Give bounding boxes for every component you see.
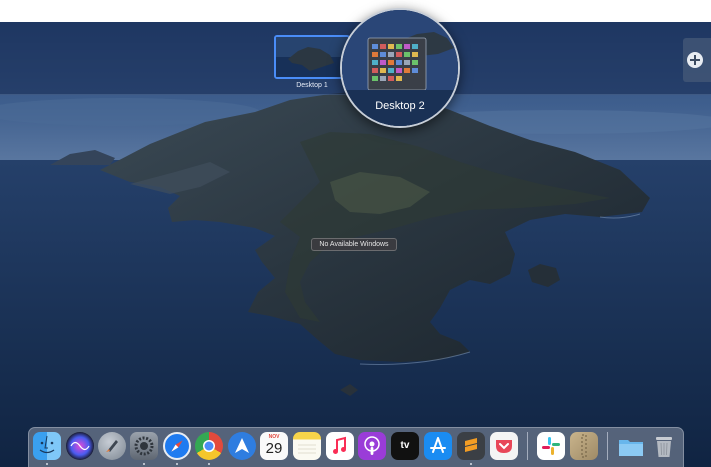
siri-icon[interactable] bbox=[66, 432, 94, 460]
chrome-running-dot bbox=[208, 463, 210, 465]
system-preferences-running-dot bbox=[143, 463, 145, 465]
app-store-icon[interactable] bbox=[424, 432, 452, 460]
finder-running-dot bbox=[46, 463, 48, 465]
desktop-1-preview bbox=[276, 37, 348, 77]
archive-utility-icon[interactable] bbox=[570, 432, 598, 460]
sublime-text-icon[interactable] bbox=[457, 432, 485, 460]
safari-running-dot bbox=[176, 463, 178, 465]
notes-icon[interactable] bbox=[293, 432, 321, 460]
desktop-screen: Desktop 1 Desktop 2 No Available Windows bbox=[0, 0, 711, 467]
launchpad-icon[interactable] bbox=[98, 432, 126, 460]
music-icon[interactable] bbox=[326, 432, 354, 460]
no-windows-label: No Available Windows bbox=[311, 238, 397, 251]
plus-icon bbox=[687, 52, 703, 68]
calendar-day: 29 bbox=[265, 440, 283, 457]
system-preferences-icon[interactable] bbox=[130, 432, 158, 460]
trash-icon[interactable] bbox=[650, 432, 678, 460]
dock-separator-2 bbox=[607, 432, 608, 460]
apple-tv-icon[interactable]: tv bbox=[391, 432, 419, 460]
apple-tv-label: tv bbox=[400, 440, 410, 451]
magnifier-callout: Desktop 2 bbox=[340, 8, 460, 128]
airmail-icon[interactable] bbox=[228, 432, 256, 460]
pocket-icon[interactable] bbox=[490, 432, 518, 460]
finder-icon[interactable] bbox=[33, 432, 61, 460]
desktop-1-label: Desktop 1 bbox=[296, 82, 328, 89]
calendar-icon[interactable]: NOV 29 bbox=[260, 432, 288, 460]
add-desktop-button[interactable] bbox=[683, 38, 711, 82]
safari-icon[interactable] bbox=[163, 432, 191, 460]
downloads-folder-icon[interactable] bbox=[617, 432, 645, 460]
chrome-icon[interactable] bbox=[195, 432, 223, 460]
slack-icon[interactable] bbox=[537, 432, 565, 460]
desktop-1-thumbnail[interactable] bbox=[274, 35, 350, 79]
sublime-running-dot bbox=[470, 463, 472, 465]
dock-separator-1 bbox=[527, 432, 528, 460]
podcasts-icon[interactable] bbox=[358, 432, 386, 460]
desktop-2-label[interactable]: Desktop 2 bbox=[342, 100, 458, 112]
